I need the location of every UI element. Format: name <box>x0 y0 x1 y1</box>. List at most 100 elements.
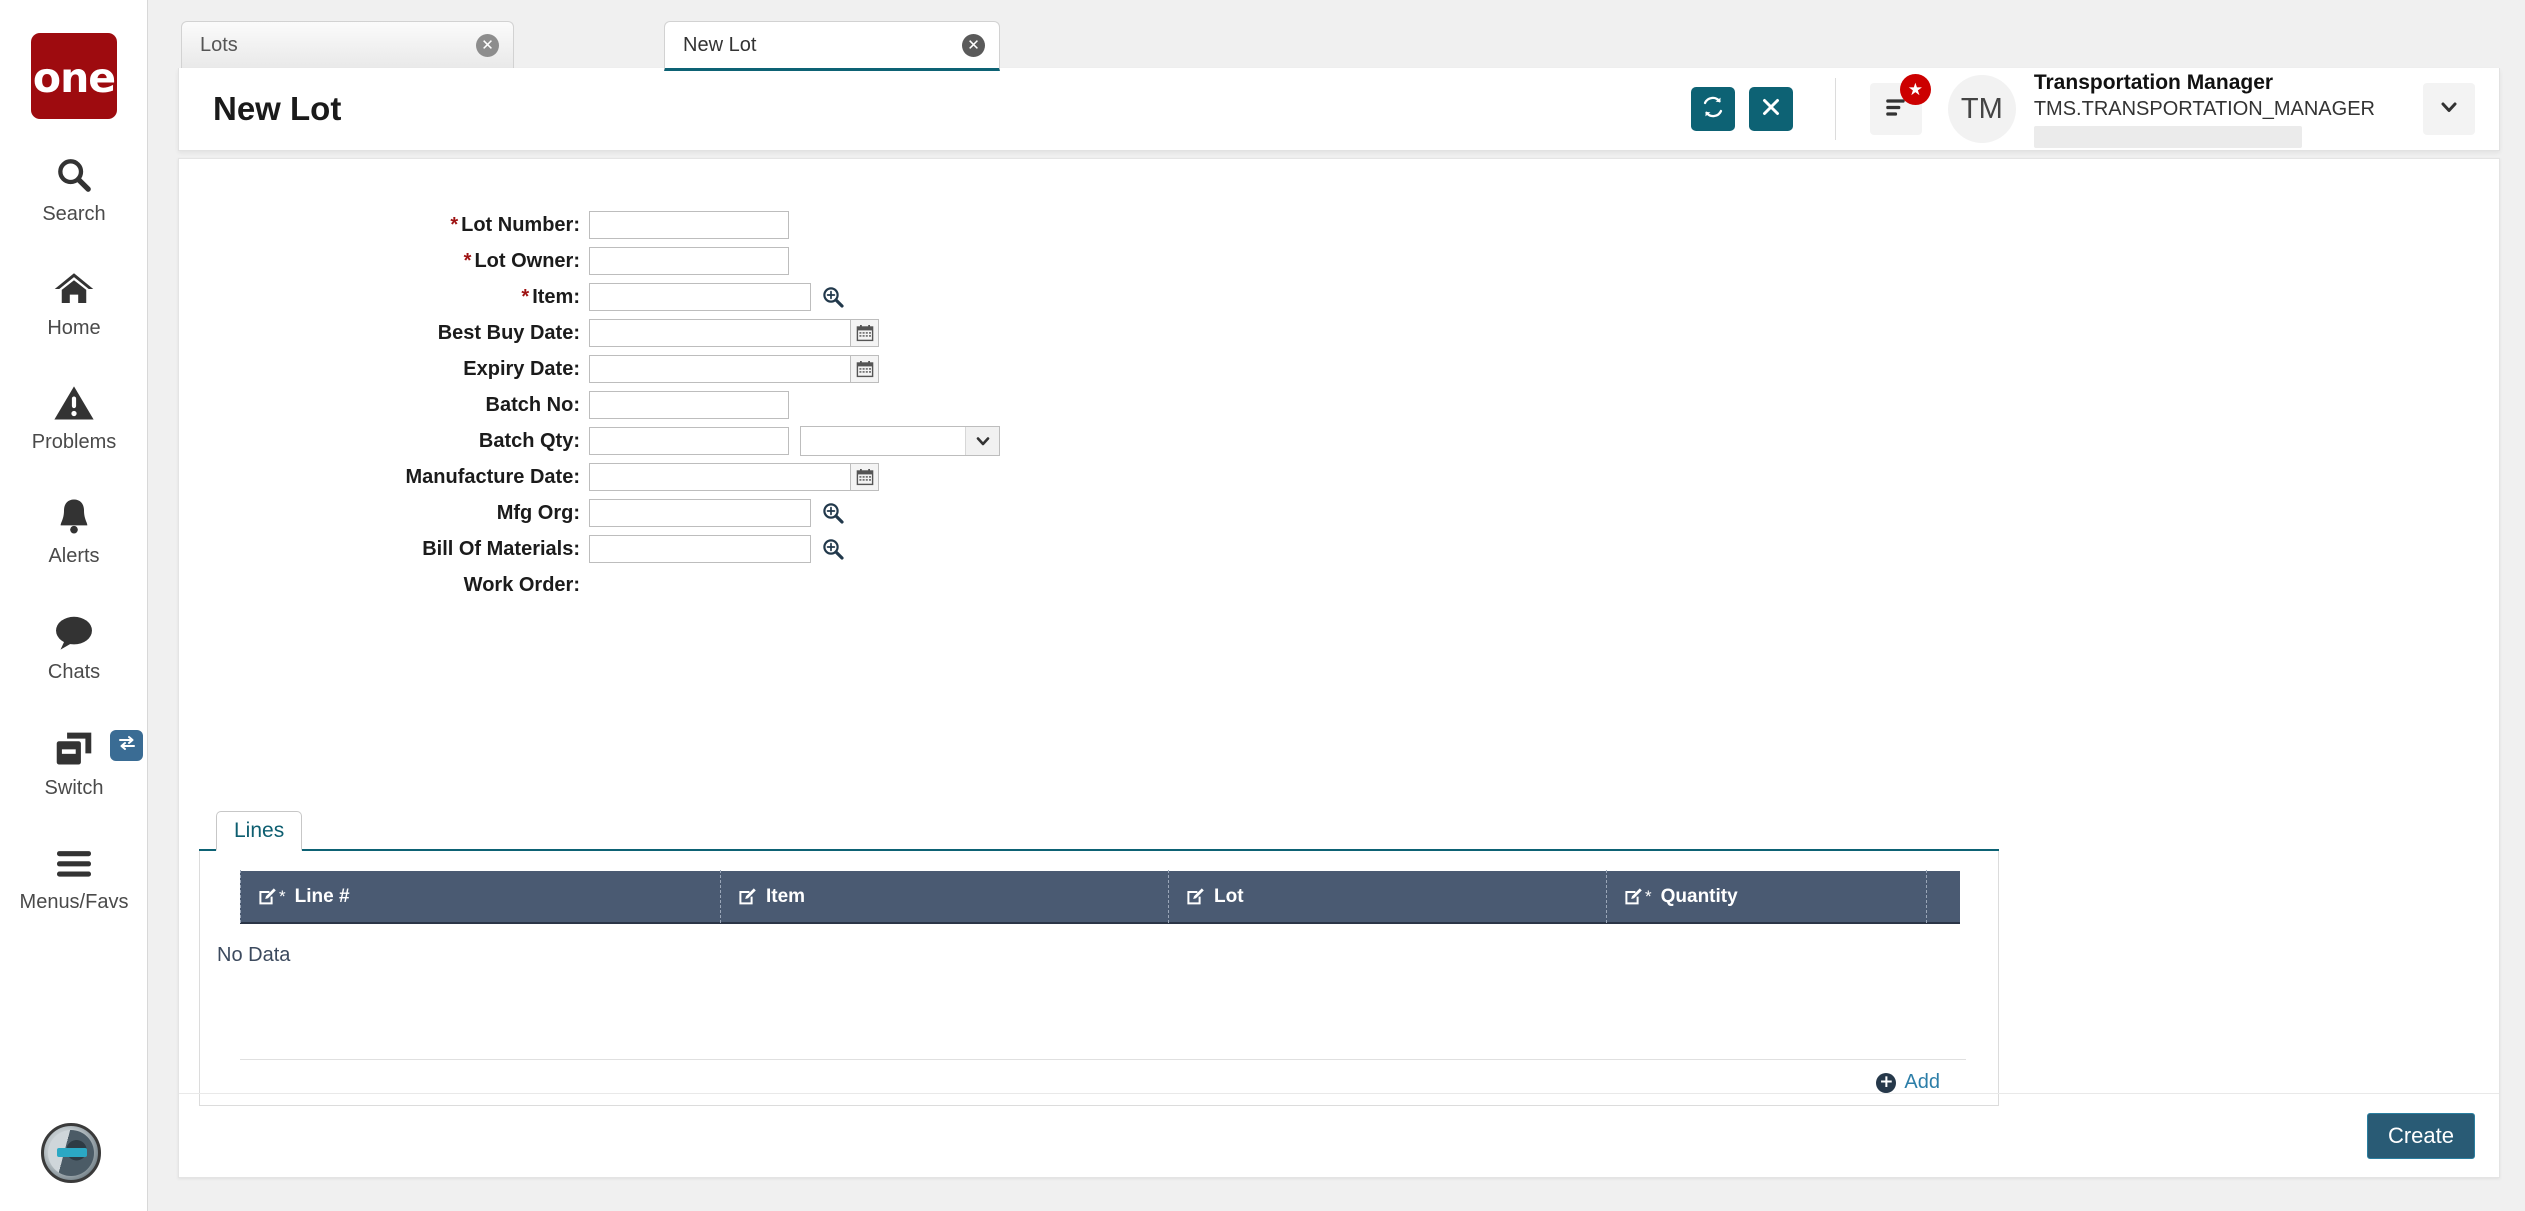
grid-col-line-number-label: Line # <box>294 885 350 907</box>
label-batch-qty: Batch Qty: <box>478 429 580 452</box>
user-name: Transportation Manager <box>2033 70 2274 94</box>
create-button[interactable]: Create <box>2366 1112 2475 1159</box>
mfg-org-input[interactable] <box>589 499 811 527</box>
item-lookup-search-icon[interactable] <box>820 284 846 310</box>
label-work-order: Work Order: <box>463 573 580 596</box>
label-manufacture-date: Manufacture Date: <box>405 465 580 488</box>
mfg-org-lookup-search-icon[interactable] <box>820 500 846 526</box>
required-indicator: * <box>450 213 459 236</box>
robot-head-icon <box>48 1130 94 1176</box>
tab-new-lot-close-icon[interactable]: ✕ <box>962 33 985 57</box>
chat-bubble-icon <box>53 610 95 656</box>
hamburger-icon <box>53 840 95 886</box>
required-indicator: * <box>279 886 286 906</box>
grid-col-line-number[interactable]: * Line # <box>240 870 720 923</box>
batch-no-input[interactable] <box>589 391 789 419</box>
refresh-icon <box>1701 95 1725 124</box>
grid-col-lot-label: Lot <box>1214 885 1244 907</box>
bill-of-materials-lookup-search-icon[interactable] <box>820 536 846 562</box>
expiry-date-calendar-icon[interactable] <box>851 355 879 383</box>
grid-col-quantity[interactable]: * Quantity <box>1606 870 1926 923</box>
bill-of-materials-input[interactable] <box>589 535 811 563</box>
lines-grid: * Line # Item Lot * Quantity No Data + A… <box>199 851 1999 1106</box>
lines-section: Lines * Line # Item Lot * Quantity No Da… <box>199 811 1999 1106</box>
close-button[interactable] <box>1748 87 1793 131</box>
chevron-down-icon <box>2438 96 2460 123</box>
add-line-button[interactable]: + Add <box>1876 1071 1940 1094</box>
label-mfg-org: Mfg Org: <box>496 501 580 524</box>
search-icon <box>54 152 94 198</box>
label-batch-no: Batch No: <box>485 393 580 416</box>
rail-item-home[interactable]: Home <box>0 266 148 340</box>
form-row-manufacture-date: Manufacture Date: <box>179 459 2499 495</box>
grid-header-row: * Line # Item Lot * Quantity <box>240 870 1960 924</box>
label-best-buy-date: Best Buy Date: <box>437 321 580 344</box>
content-panel: * Lot Number: * Lot Owner: * Item: Best Buy… <box>178 158 2500 1178</box>
form-row-mfg-org: Mfg Org: <box>179 495 2499 531</box>
best-buy-date-calendar-icon[interactable] <box>851 319 879 347</box>
label-expiry-date: Expiry Date: <box>463 357 580 380</box>
refresh-button[interactable] <box>1690 87 1735 131</box>
grid-col-item-label: Item <box>766 885 806 907</box>
expiry-date-control <box>589 355 879 383</box>
switch-toggle-badge[interactable] <box>110 730 143 761</box>
rail-label-alerts: Alerts <box>48 545 100 567</box>
edit-pencil-icon <box>1185 887 1205 907</box>
tab-new-lot[interactable]: New Lot ✕ <box>664 21 1000 71</box>
grid-col-lot[interactable]: Lot <box>1168 870 1606 923</box>
lines-tabbar: Lines <box>199 811 1999 851</box>
manufacture-date-control <box>589 463 879 491</box>
grid-col-spacer <box>1926 870 1960 923</box>
form-row-best-buy-date: Best Buy Date: <box>179 315 2499 351</box>
menu-favorites-button[interactable]: ★ <box>1869 74 1931 135</box>
tab-lots[interactable]: Lots ✕ <box>181 21 514 68</box>
best-buy-date-input[interactable] <box>589 319 851 347</box>
assistant-avatar[interactable] <box>41 1123 101 1183</box>
avatar[interactable]: TM <box>1947 75 2016 143</box>
page-title: New Lot <box>213 90 342 127</box>
brand-logo[interactable]: one <box>31 33 117 119</box>
best-buy-date-control <box>589 319 879 347</box>
rail-item-menus-favs[interactable]: Menus/Favs <box>0 840 148 914</box>
page-header: New Lot ★ TM Transportation Manager TMS.… <box>178 68 2500 151</box>
form-row-item: * Item: <box>179 279 2499 315</box>
user-login: TMS.TRANSPORTATION_MANAGER <box>2033 97 2375 120</box>
windows-switch-icon <box>53 726 95 772</box>
batch-qty-uom-select[interactable] <box>800 426 1000 456</box>
browser-tab-strip: Lots ✕ New Lot ✕ <box>148 0 2525 71</box>
grid-empty-message: No Data <box>217 944 291 966</box>
brand-logo-text: one <box>32 53 116 102</box>
required-indicator: * <box>1645 886 1652 906</box>
label-lot-owner: * Lot Owner: <box>179 250 589 273</box>
label-item: * Item: <box>179 286 589 309</box>
manufacture-date-input[interactable] <box>589 463 851 491</box>
panel-footer: Create <box>179 1093 2499 1177</box>
rail-label-search: Search <box>42 203 106 225</box>
lot-owner-input[interactable] <box>589 247 789 275</box>
expiry-date-input[interactable] <box>589 355 851 383</box>
rail-item-chats[interactable]: Chats <box>0 610 148 684</box>
rail-item-alerts[interactable]: Alerts <box>0 494 148 568</box>
left-navigation-rail: one Search Home Problems Alerts Chats Sw… <box>0 0 148 1211</box>
manufacture-date-calendar-icon[interactable] <box>851 463 879 491</box>
rail-label-menus-favs: Menus/Favs <box>19 891 129 913</box>
grid-col-item[interactable]: Item <box>720 870 1168 923</box>
form-row-batch-qty: Batch Qty: <box>179 423 2499 459</box>
rail-label-switch: Switch <box>44 777 104 799</box>
lot-number-input[interactable] <box>589 211 789 239</box>
close-x-icon <box>1761 97 1781 122</box>
avatar-initials: TM <box>1960 92 2003 125</box>
required-indicator: * <box>463 249 472 272</box>
item-input[interactable] <box>589 283 811 311</box>
add-line-label: Add <box>1904 1071 1940 1093</box>
header-actions: ★ TM Transportation Manager TMS.TRANSPOR… <box>1677 71 2499 148</box>
form-row-lot-number: * Lot Number: <box>179 207 2499 243</box>
tab-lines[interactable]: Lines <box>216 811 303 851</box>
batch-qty-input[interactable] <box>589 427 789 455</box>
user-menu-button[interactable] <box>2423 83 2475 135</box>
label-item-text: Item: <box>532 285 580 308</box>
tab-lots-close-icon[interactable]: ✕ <box>476 33 499 57</box>
tab-lots-label: Lots <box>200 33 238 56</box>
rail-item-search[interactable]: Search <box>0 152 148 226</box>
rail-item-problems[interactable]: Problems <box>0 380 148 454</box>
